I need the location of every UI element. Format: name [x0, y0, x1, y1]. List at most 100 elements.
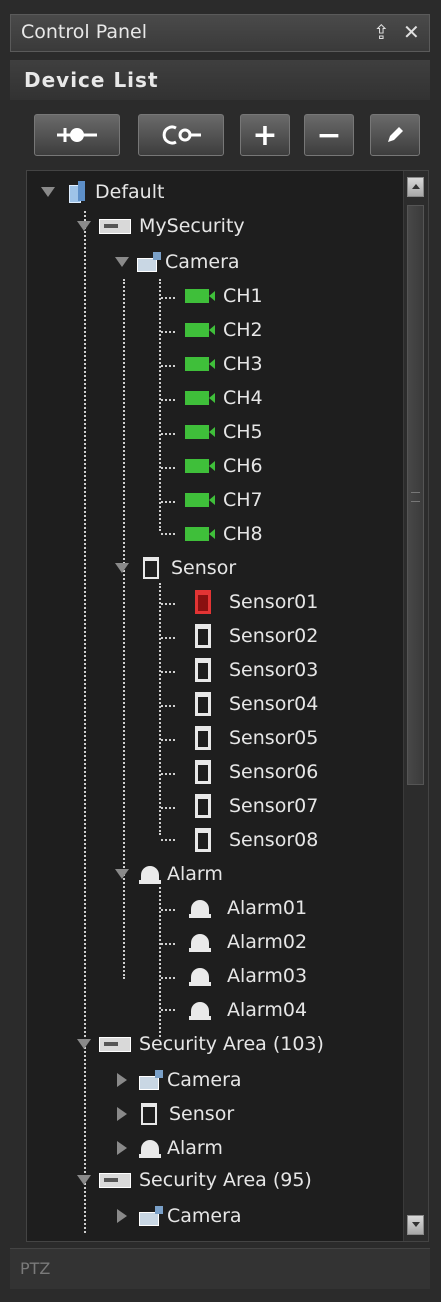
tree-node-alarm04[interactable]: Alarm04: [189, 995, 307, 1025]
tree-node-alarm[interactable]: Alarm: [115, 859, 223, 889]
disconnect-button[interactable]: [138, 114, 224, 156]
expand-arrow-icon[interactable]: [41, 187, 55, 197]
vertical-scrollbar[interactable]: [403, 171, 428, 1241]
tree-connector: [161, 501, 175, 503]
camera-icon: [185, 357, 215, 371]
title-bar: Control Panel ⇪ ✕: [10, 14, 430, 52]
sensor-icon: [195, 828, 211, 852]
tree-node-ch8[interactable]: CH8: [185, 519, 263, 549]
expand-arrow-icon[interactable]: [77, 1039, 91, 1049]
tree-node-sensor02[interactable]: Sensor02: [195, 621, 318, 651]
device-tree[interactable]: Default MySecurity Camera CH1 CH2 CH3 CH…: [26, 170, 429, 1242]
collapse-arrow-icon[interactable]: [117, 1209, 127, 1223]
tree-node-area1-camera[interactable]: Camera: [117, 1065, 242, 1095]
tree-node-security-area-95[interactable]: Security Area (95): [77, 1165, 312, 1195]
tree-connector: [161, 533, 175, 535]
collapse-arrow-icon[interactable]: [117, 1141, 127, 1155]
remove-button[interactable]: −: [304, 114, 354, 156]
tree-connector: [161, 773, 175, 775]
tree-node-area1-alarm[interactable]: Alarm: [117, 1133, 223, 1163]
undock-icon[interactable]: ⇪: [373, 20, 390, 44]
tree-node-sensor06[interactable]: Sensor06: [195, 757, 318, 787]
alarm-icon: [189, 1000, 211, 1020]
tree-connector: [159, 279, 161, 531]
tree-node-security-area-103[interactable]: Security Area (103): [77, 1029, 324, 1059]
tree-node-area2-camera[interactable]: Camera: [117, 1201, 242, 1231]
tree-node-ch4[interactable]: CH4: [185, 383, 263, 413]
alarm-icon: [189, 966, 211, 986]
tree-connector: [161, 399, 175, 401]
tree-node-mysecurity[interactable]: MySecurity: [77, 211, 245, 241]
camera-icon: [185, 391, 215, 405]
tree-connector: [161, 467, 175, 469]
sensor-icon: [195, 760, 211, 784]
tree-node-alarm01[interactable]: Alarm01: [189, 893, 307, 923]
tree-connector: [161, 603, 175, 605]
device-list-title: Device List: [24, 68, 159, 92]
tree-node-sensor03[interactable]: Sensor03: [195, 655, 318, 685]
tree-node-sensor05[interactable]: Sensor05: [195, 723, 318, 753]
tree-node-sensor08[interactable]: Sensor08: [195, 825, 318, 855]
connect-button[interactable]: [34, 114, 120, 156]
ptz-panel[interactable]: PTZ: [10, 1248, 430, 1289]
sensor-group-icon: [143, 557, 159, 579]
tree-node-area1-sensor[interactable]: Sensor: [117, 1099, 234, 1129]
alarm-icon: [189, 932, 211, 952]
device-icon: [99, 1172, 131, 1188]
close-icon[interactable]: ✕: [403, 20, 420, 44]
scroll-thumb[interactable]: [407, 205, 424, 785]
edit-button[interactable]: [370, 114, 420, 156]
expand-arrow-icon[interactable]: [115, 563, 129, 573]
device-toolbar: + −: [10, 108, 430, 160]
tree-node-ch5[interactable]: CH5: [185, 417, 263, 447]
tree-node-ch1[interactable]: CH1: [185, 281, 263, 311]
camera-group-icon: [139, 1206, 165, 1226]
tree-node-sensor07[interactable]: Sensor07: [195, 791, 318, 821]
sensor-icon: [195, 692, 211, 716]
alarm-group-icon: [139, 864, 161, 884]
camera-group-icon: [137, 252, 163, 272]
tree-node-ch7[interactable]: CH7: [185, 485, 263, 515]
tree-node-camera[interactable]: Camera: [115, 247, 240, 277]
pencil-icon: [388, 127, 403, 142]
tree-connector: [161, 297, 175, 299]
expand-arrow-icon[interactable]: [115, 257, 129, 267]
alarm-icon: [189, 898, 211, 918]
minus-icon: −: [316, 117, 342, 153]
tree-node-alarm02[interactable]: Alarm02: [189, 927, 307, 957]
camera-group-icon: [139, 1070, 165, 1090]
tree-connector: [161, 671, 175, 673]
device-icon: [99, 1036, 131, 1052]
tree-connector: [161, 331, 175, 333]
camera-icon: [185, 323, 215, 337]
tree-node-ch2[interactable]: CH2: [185, 315, 263, 345]
scroll-down-button[interactable]: [407, 1215, 424, 1235]
scroll-up-button[interactable]: [407, 177, 424, 197]
device-icon: [99, 218, 131, 234]
tree-connector: [161, 977, 175, 979]
add-button[interactable]: +: [240, 114, 290, 156]
camera-icon: [185, 527, 215, 541]
camera-icon: [185, 425, 215, 439]
tree-connector: [161, 365, 175, 367]
expand-arrow-icon[interactable]: [77, 1175, 91, 1185]
tree-node-alarm03[interactable]: Alarm03: [189, 961, 307, 991]
tree-node-ch6[interactable]: CH6: [185, 451, 263, 481]
folder-icon: [69, 181, 87, 203]
tree-node-ch3[interactable]: CH3: [185, 349, 263, 379]
tree-node-sensor01[interactable]: Sensor01: [195, 587, 318, 617]
tree-connector: [161, 705, 175, 707]
tree-connector: [161, 807, 175, 809]
expand-arrow-icon[interactable]: [77, 221, 91, 231]
tree-node-sensor04[interactable]: Sensor04: [195, 689, 318, 719]
camera-icon: [185, 289, 215, 303]
tree-node-sensor[interactable]: Sensor: [115, 553, 236, 583]
tree-connector: [161, 839, 175, 841]
collapse-arrow-icon[interactable]: [117, 1073, 127, 1087]
tree-node-default[interactable]: Default: [41, 177, 164, 207]
tree-connector: [161, 943, 175, 945]
expand-arrow-icon[interactable]: [115, 869, 129, 879]
window-title: Control Panel: [21, 21, 147, 43]
camera-icon: [185, 459, 215, 473]
collapse-arrow-icon[interactable]: [117, 1107, 127, 1121]
